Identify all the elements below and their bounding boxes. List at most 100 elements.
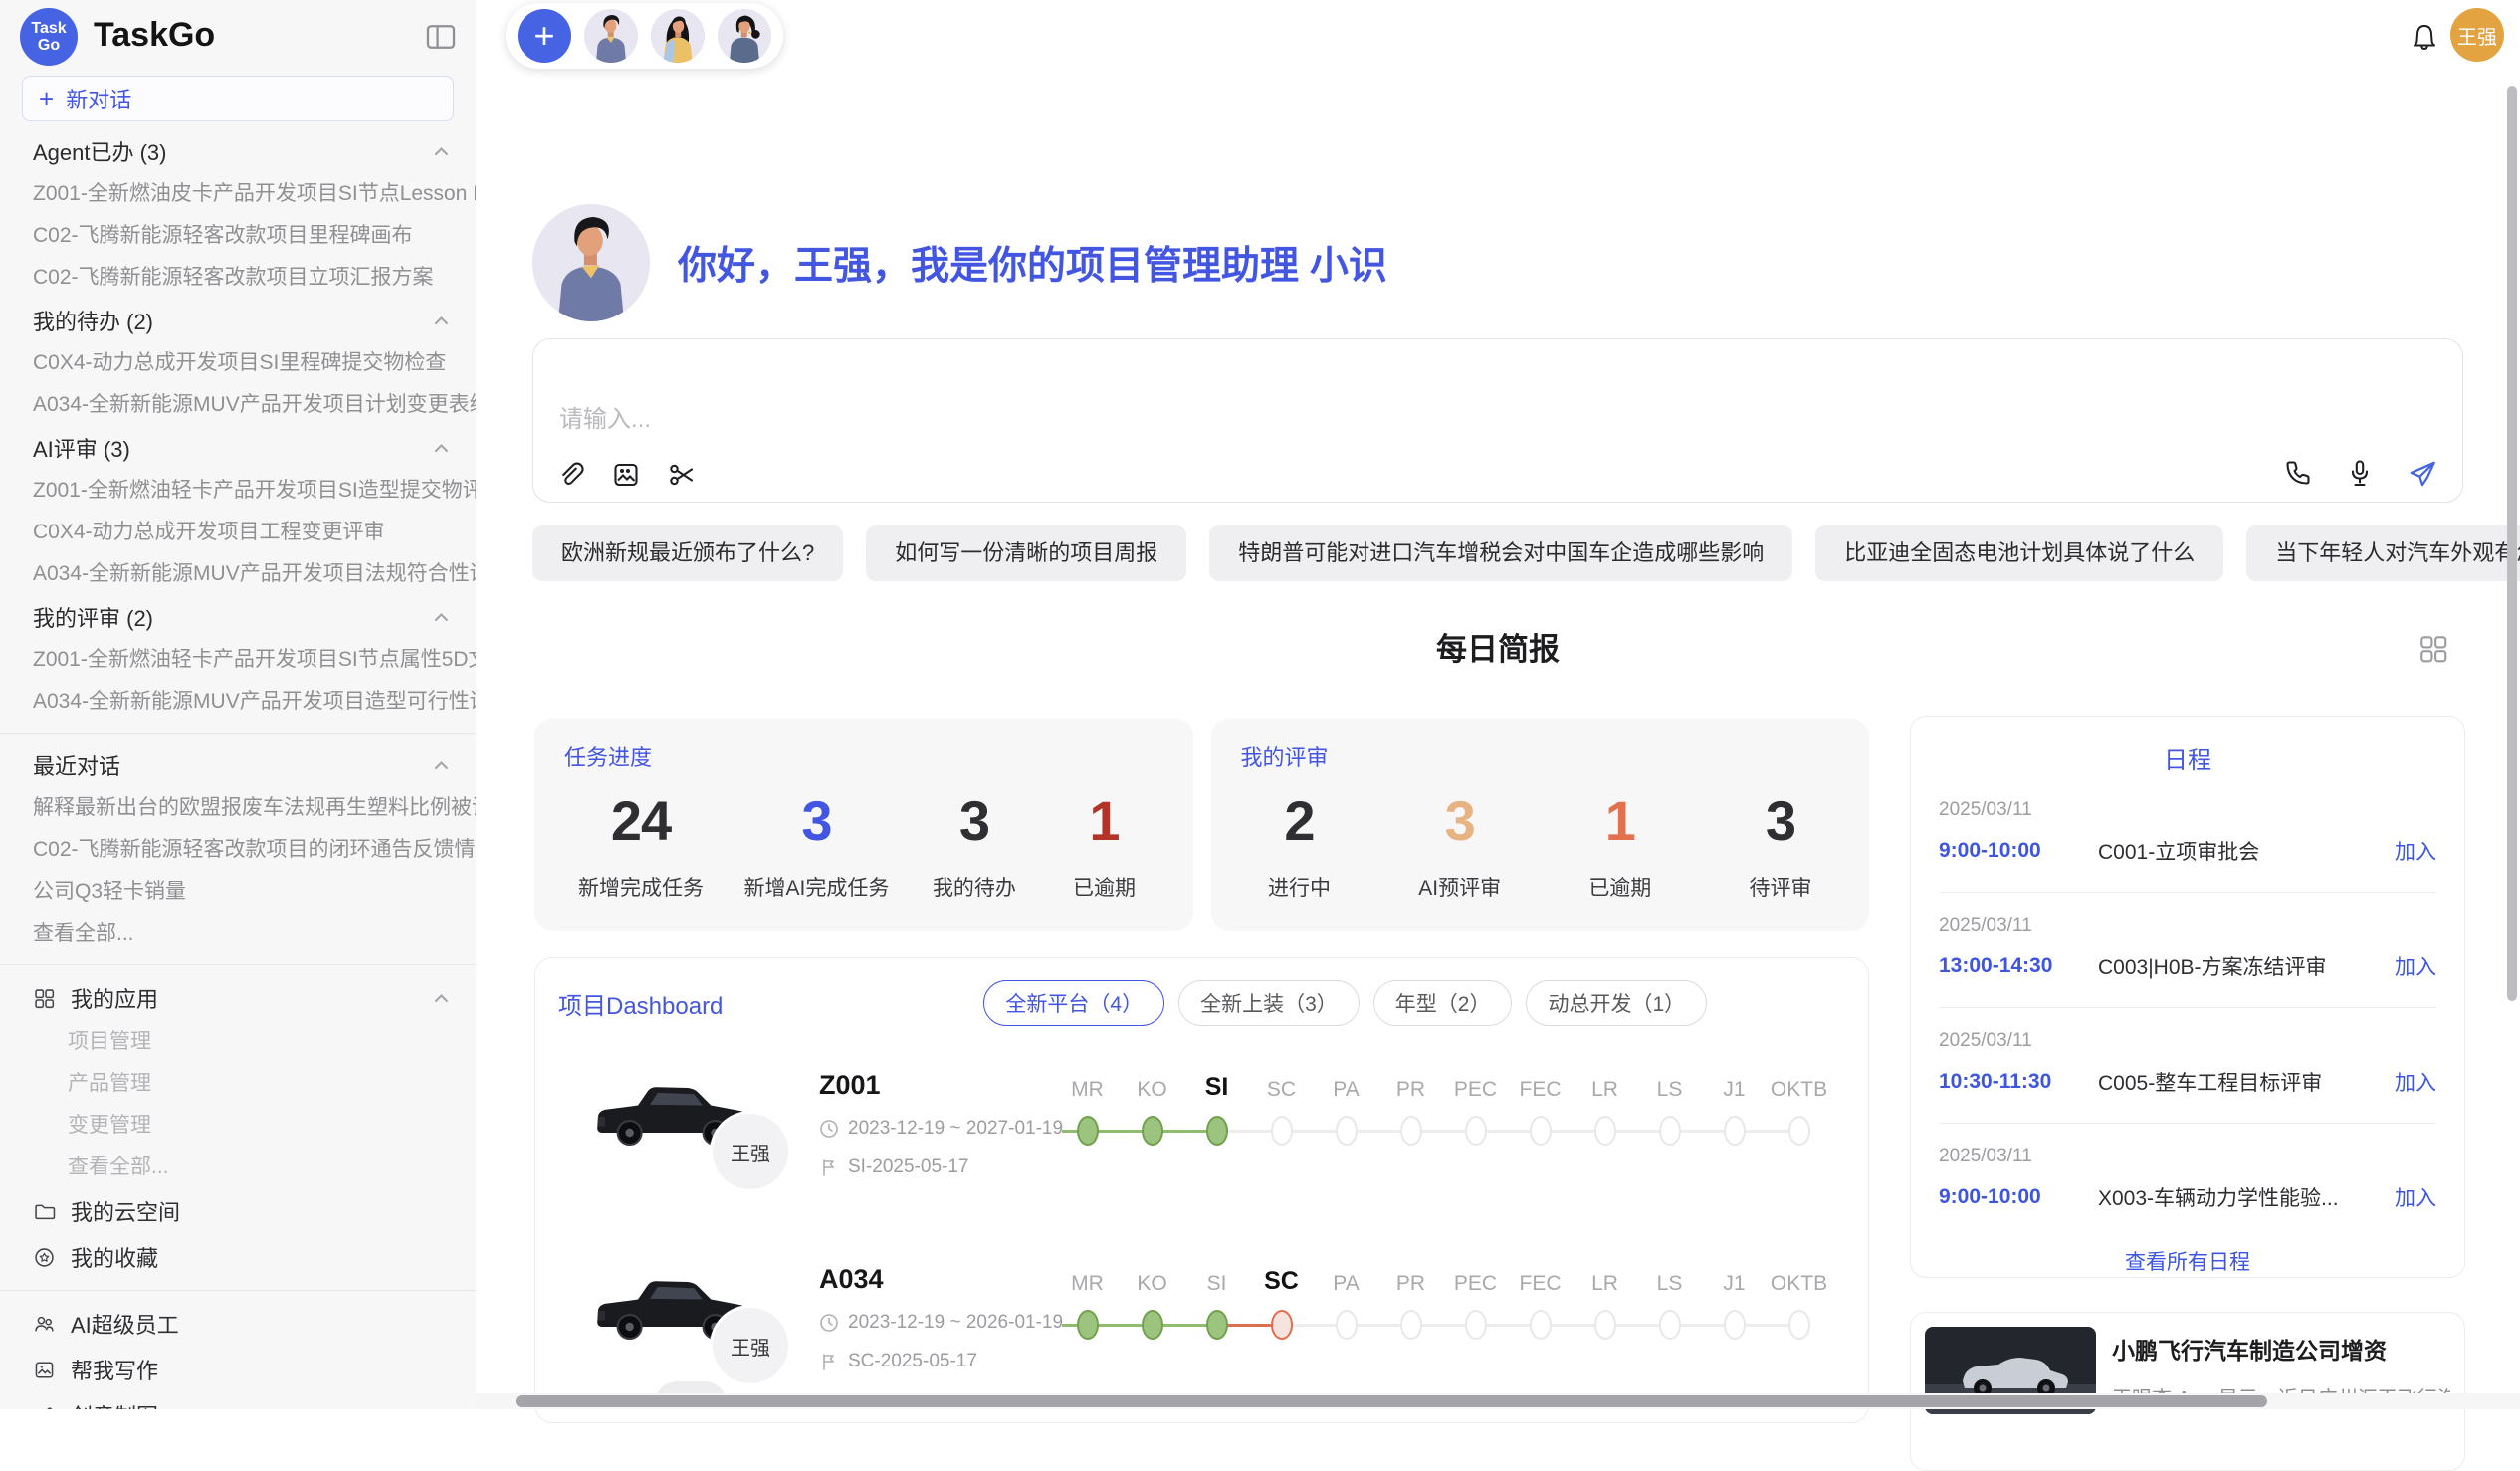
sidebar-app-link[interactable]: 查看全部... [0,1147,476,1188]
horizontal-scrollbar[interactable] [516,1395,2267,1407]
new-chat-button[interactable]: + 新对话 [22,76,454,121]
news-title: 小鹏飞行汽车制造公司增资 [2112,1332,2450,1366]
suggestion-chip[interactable]: 欧洲新规最近颁布了什么? [532,525,843,581]
sidebar-app-link[interactable]: 产品管理 [0,1063,476,1105]
add-session-button[interactable]: + [518,9,571,63]
milestone-label: LR [1573,1250,1637,1302]
schedule-event-name: C005-整车工程目标评审 [2098,1067,2395,1097]
sidebar-section-title: 我的评审 (2) [33,601,153,633]
recent-chats-header[interactable]: 最近对话 [0,743,476,787]
milestone-dot [1336,1116,1358,1146]
milestone-label: KO [1120,1250,1184,1302]
dashboard-tab[interactable]: 全新平台（4） [983,980,1164,1026]
sidebar-section-header[interactable]: 我的待办 (2) [0,299,476,342]
sidebar-item-my-apps[interactable]: 我的应用 [0,975,476,1021]
microphone-button[interactable] [2345,458,2375,488]
session-toolbar: + [506,3,783,69]
milestone-track: MR KO [1055,1056,1831,1159]
sidebar-item-cloud-space[interactable]: 我的云空间 [0,1188,476,1234]
sidebar-task-item[interactable]: C0X4-动力总成开发项目SI里程碑提交物检查 [0,342,476,384]
milestone: OKTB [1767,1250,1831,1354]
sidebar-item-creative-drawing[interactable]: 创意制图 [0,1392,476,1409]
milestone: KO [1120,1056,1184,1159]
sidebar-task-item[interactable]: C0X4-动力总成开发项目工程变更评审 [0,512,476,553]
sidebar-task-item[interactable]: C02-飞腾新能源轻客改款项目里程碑画布 [0,215,476,257]
attach-file-button[interactable] [555,460,585,490]
member-avatar-3[interactable] [718,9,771,63]
view-all-schedule-link[interactable]: 查看所有日程 [1939,1246,2436,1276]
join-meeting-link[interactable]: 加入 [2395,836,2436,866]
sidebar-task-item[interactable]: Z001-全新燃油皮卡产品开发项目SI节点Lesson Learn报告 [0,173,476,215]
milestone-dot [1142,1310,1163,1340]
sidebar-section-header[interactable]: AI评审 (3) [0,426,476,470]
news-card[interactable]: 小鹏飞行汽车制造公司增资 天眼查 App 显示，近日广州汇天飞行汽... [1910,1312,2465,1471]
milestone-dot [1594,1310,1616,1340]
member-avatar-2[interactable] [651,9,705,63]
milestone-label: PR [1378,1250,1443,1302]
milestone-label: KO [1120,1056,1184,1108]
project-info: A034 2023-12-19 ~ 2026-01-19 [819,1264,1053,1372]
sidebar-app-link[interactable]: 变更管理 [0,1105,476,1147]
vertical-scrollbar[interactable] [2507,86,2517,1001]
schedule-item: 2025/03/11 9:00-10:00 X003-车辆动力学性能验... 加… [1939,1123,2436,1238]
milestone-dot [1659,1310,1681,1340]
clock-icon [819,1313,839,1333]
sidebar-task-item[interactable]: A034-全新新能源MUV产品开发项目造型可行性评审 [0,681,476,723]
suggestion-chip[interactable]: 比亚迪全固态电池计划具体说了什么 [1815,525,2223,581]
join-meeting-link[interactable]: 加入 [2395,1067,2436,1097]
suggestion-chip[interactable]: 当下年轻人对汽车外观有怎样的喜好趋势 [2246,525,2520,581]
member-avatar-1[interactable] [584,9,638,63]
briefing-layout-button[interactable] [2417,633,2449,665]
my-apps-label: 我的应用 [71,982,158,1014]
milestone-label: SC [1249,1056,1314,1108]
microphone-icon [2345,458,2375,488]
recent-chat-item[interactable]: 查看全部... [0,913,476,954]
sidebar-item-ai-super-staff[interactable]: AI超级员工 [0,1301,476,1347]
stat-value: 1 [1059,790,1149,852]
sidebar-task-item[interactable]: Z001-全新燃油轻卡产品开发项目SI节点属性5D文件评审 [0,639,476,681]
sidebar-task-item[interactable]: C02-飞腾新能源轻客改款项目立项汇报方案 [0,257,476,299]
milestone-dot [1271,1116,1293,1146]
sidebar-task-item[interactable]: A034-全新新能源MUV产品开发项目计划变更表编写 [0,384,476,426]
schedule-date: 2025/03/11 [1939,915,2436,937]
voice-call-button[interactable] [2283,458,2313,488]
sidebar-task-item[interactable]: A034-全新新能源MUV产品开发项目法规符合性评审 [0,553,476,595]
sidebar-item-help-me-write[interactable]: 帮我写作 [0,1347,476,1392]
recent-chat-item[interactable]: 解释最新出台的欧盟报废车法规再生塑料比例被调至15%... [0,787,476,829]
sidebar-item-favorites[interactable]: 我的收藏 [0,1234,476,1280]
join-meeting-link[interactable]: 加入 [2395,1182,2436,1212]
milestone-label: OKTB [1767,1056,1831,1108]
clock-icon [819,1119,839,1139]
chat-input[interactable]: 请输入... [559,399,2152,434]
chevron-up-icon [431,989,452,1007]
recent-chat-item[interactable]: C02-飞腾新能源轻客改款项目的闭环通告反馈情况 [0,829,476,871]
sidebar-collapse-button[interactable] [424,20,458,54]
stats-row: 任务进度 24 新增完成任务 3 新增AI完成任务 3 我的 [534,719,1869,931]
send-button[interactable] [2407,458,2436,488]
insert-image-button[interactable] [611,460,641,490]
join-meeting-link[interactable]: 加入 [2395,951,2436,981]
sidebar-section-header[interactable]: Agent已办 (3) [0,129,476,173]
milestone-dot-zone [1573,1302,1637,1354]
project-row[interactable]: 王强 Z001 [535,1056,1868,1250]
milestone-dot [1465,1310,1487,1340]
dashboard-tab[interactable]: 年型（2） [1373,980,1513,1026]
stat-item: 3 我的待办 [930,790,1019,902]
stats-card-title: 我的评审 [1241,740,1840,772]
screenshot-button[interactable] [667,460,697,490]
dashboard-tab[interactable]: 动总开发（1） [1526,980,1707,1026]
sidebar-app-link[interactable]: 项目管理 [0,1021,476,1063]
milestone-label: PEC [1443,1056,1508,1108]
recent-chat-item[interactable]: 公司Q3轻卡销量 [0,871,476,913]
milestone-dot [1400,1116,1422,1146]
milestone-dot [1788,1116,1810,1146]
phone-icon [2283,458,2313,488]
sidebar-section-header[interactable]: 我的评审 (2) [0,595,476,639]
suggestion-chip[interactable]: 特朗普可能对进口汽车增税会对中国车企造成哪些影响 [1209,525,1792,581]
milestone-label: SC [1249,1250,1314,1302]
suggestion-chip[interactable]: 如何写一份清晰的项目周报 [866,525,1186,581]
milestone-dot-zone [1314,1108,1378,1159]
sidebar-task-item[interactable]: Z001-全新燃油轻卡产品开发项目SI造型提交物评审 [0,470,476,512]
dashboard-tab[interactable]: 全新上装（3） [1178,980,1360,1026]
flag-icon [819,1157,839,1177]
